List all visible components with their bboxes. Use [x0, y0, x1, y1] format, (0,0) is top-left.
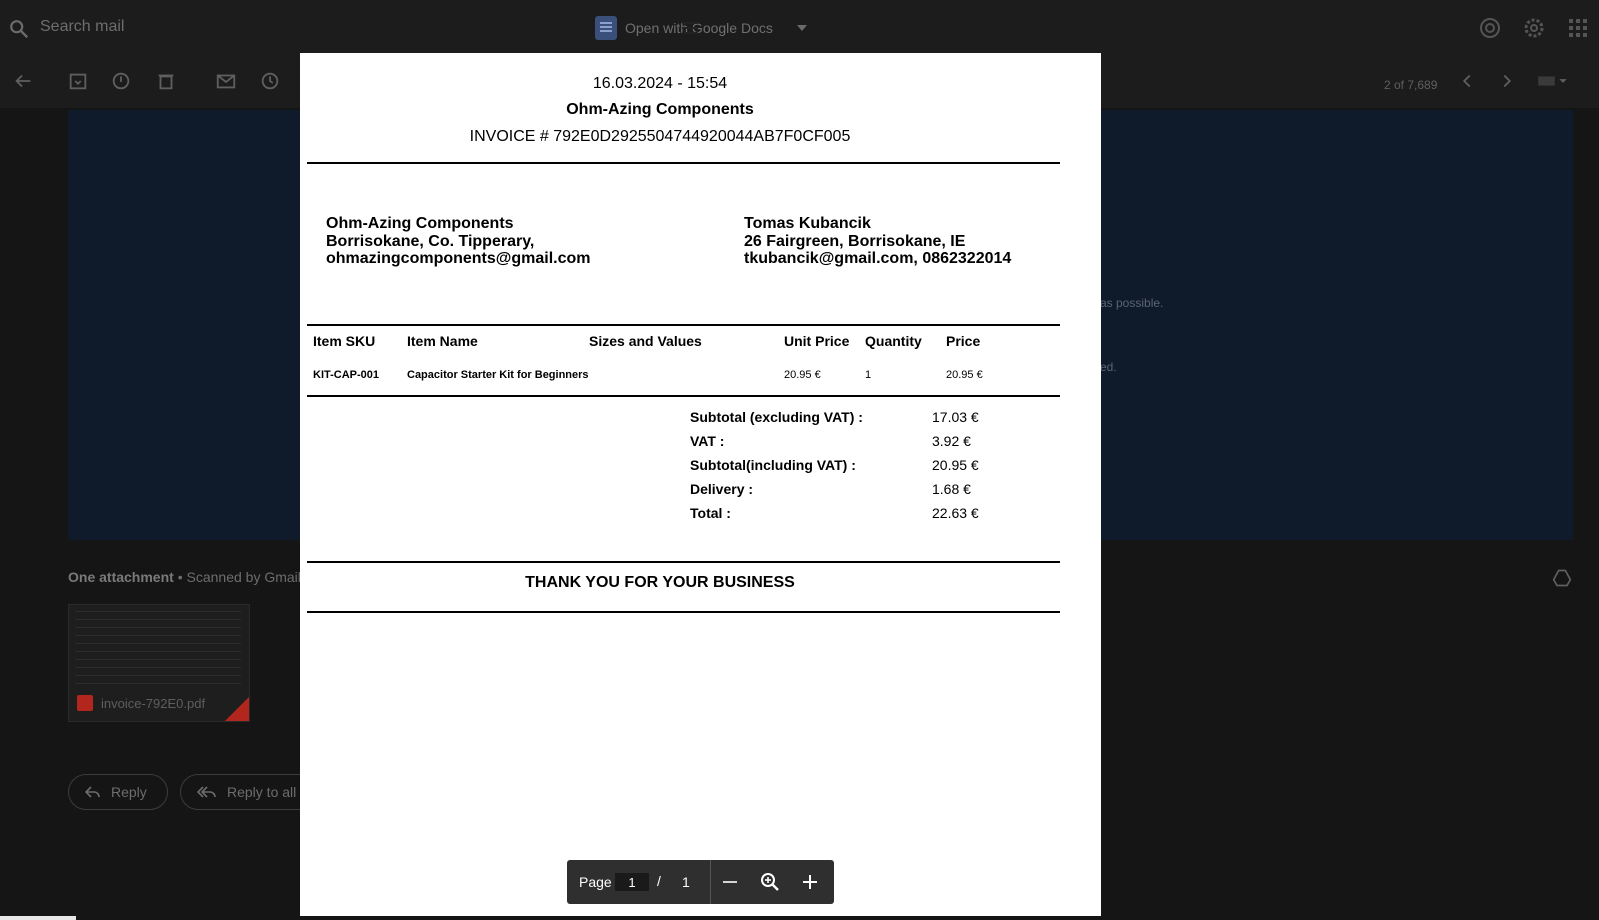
page-label: Page — [579, 874, 612, 890]
chevron-left-icon[interactable] — [1456, 70, 1478, 92]
total-label: Subtotal (excluding VAT) : — [690, 409, 863, 425]
delete-icon[interactable] — [155, 70, 177, 92]
seller-name: Ohm-Azing Components — [326, 215, 514, 232]
thank-you-message: THANK YOU FOR YOUR BUSINESS — [525, 574, 795, 591]
attachment-count: One attachment — [68, 569, 174, 585]
column-header: Unit Price — [784, 333, 850, 349]
attachment-name: invoice-792E0.pdf — [77, 695, 205, 711]
message-counter: 2 of 7,689 — [1384, 78, 1438, 92]
column-header: Sizes and Values — [589, 333, 702, 349]
divider — [307, 395, 1060, 397]
total-value: 20.95 € — [932, 457, 979, 473]
item-name: Capacitor Starter Kit for Beginners — [407, 369, 589, 381]
open-with-docs-button[interactable]: Open with Google Docs — [595, 15, 807, 41]
zoom-out-icon[interactable] — [718, 870, 742, 894]
total-label: VAT : — [690, 433, 725, 449]
reply-all-button[interactable]: Reply to all — [180, 774, 318, 810]
total-label: Subtotal(including VAT) : — [690, 457, 856, 473]
support-icon[interactable] — [1478, 16, 1502, 40]
reply-label: Reply — [111, 784, 147, 800]
email-snippet: ed. — [1100, 360, 1117, 374]
pdf-icon — [77, 695, 93, 711]
add-to-drive-icon[interactable] — [1552, 568, 1572, 588]
divider — [307, 162, 1060, 164]
reply-icon — [85, 786, 100, 798]
toolbar-divider — [710, 860, 711, 904]
grand-total-label: Total : — [690, 505, 731, 521]
chevron-down-icon[interactable] — [796, 25, 807, 31]
search-icon[interactable] — [8, 18, 30, 40]
attachment-preview — [75, 611, 241, 691]
page-number-input[interactable] — [615, 873, 649, 891]
scanned-label: • Scanned by Gmail — [177, 569, 301, 585]
reply-all-label: Reply to all — [227, 784, 297, 800]
total-value: 17.03 € — [932, 409, 979, 425]
reply-all-icon — [197, 786, 216, 798]
search-input[interactable]: Search mail — [40, 18, 124, 36]
divider — [307, 611, 1060, 613]
column-header: Item SKU — [313, 333, 376, 349]
gear-icon[interactable] — [1522, 16, 1546, 40]
total-value: 1.68 € — [932, 481, 971, 497]
item-quantity: 1 — [865, 369, 872, 381]
seller-email: ohmazingcomponents@gmail.com — [326, 250, 591, 267]
buyer-street: 26 Fairgreen, Borrisokane, IE — [744, 232, 966, 250]
attachment-header: One attachment • Scanned by Gmail — [68, 569, 301, 585]
page-total: 1 — [682, 874, 690, 890]
pdf-toolbar: Page / 1 — [567, 860, 834, 904]
apps-grid-icon[interactable] — [1566, 16, 1590, 40]
item-sku: KIT-CAP-001 — [313, 369, 380, 381]
page-separator: / — [657, 873, 661, 889]
total-value: 3.92 € — [932, 433, 971, 449]
grand-total-value: 22.63 € — [932, 505, 979, 521]
invoice-company: Ohm-Azing Components — [566, 101, 754, 118]
back-arrow-icon[interactable] — [12, 70, 34, 92]
report-spam-icon[interactable] — [110, 70, 132, 92]
invoice-number: INVOICE # 792E0D2925504744920044AB7F0CF0… — [469, 128, 851, 145]
item-unit-price: 20.95 € — [784, 369, 821, 381]
buyer-contact: tkubancik@gmail.com, 0862322014 — [744, 250, 1012, 267]
divider — [307, 324, 1060, 326]
column-header: Quantity — [865, 333, 922, 349]
divider — [307, 561, 1060, 563]
zoom-icon[interactable] — [758, 870, 782, 894]
mark-unread-icon[interactable] — [215, 70, 237, 92]
zoom-in-icon[interactable] — [798, 870, 822, 894]
adjust-sliders-icon[interactable] — [680, 18, 700, 38]
buyer-address: Tomas Kubancik 26 Fairgreen, Borrisokane… — [744, 215, 1011, 268]
invoice-date: 16.03.2024 - 15:54 — [592, 75, 728, 92]
snooze-clock-icon[interactable] — [259, 70, 281, 92]
total-label: Delivery : — [690, 481, 754, 497]
pdf-page: 16.03.2024 - 15:54 Ohm-Azing Components … — [300, 53, 1101, 916]
chevron-right-icon[interactable] — [1496, 70, 1518, 92]
status-strip — [0, 916, 76, 920]
google-docs-icon — [595, 16, 617, 40]
reply-button[interactable]: Reply — [68, 774, 168, 810]
column-header: Item Name — [407, 333, 478, 349]
column-header: Price — [946, 333, 981, 349]
email-snippet: as possible. — [1100, 296, 1164, 310]
input-tools-icon[interactable] — [1535, 70, 1569, 92]
seller-street: Borrisokane, Co. Tipperary, — [326, 232, 535, 250]
item-price: 20.95 € — [946, 369, 983, 381]
archive-icon[interactable] — [67, 70, 89, 92]
attachment-file-name: invoice-792E0.pdf — [101, 695, 206, 711]
buyer-name: Tomas Kubancik — [744, 215, 871, 232]
attachment-card[interactable]: invoice-792E0.pdf — [68, 604, 250, 722]
seller-address: Ohm-Azing Components Borrisokane, Co. Ti… — [326, 215, 591, 268]
pdf-corner-icon — [225, 697, 249, 721]
top-bar: Search mail Open with Google Docs — [0, 0, 1599, 56]
